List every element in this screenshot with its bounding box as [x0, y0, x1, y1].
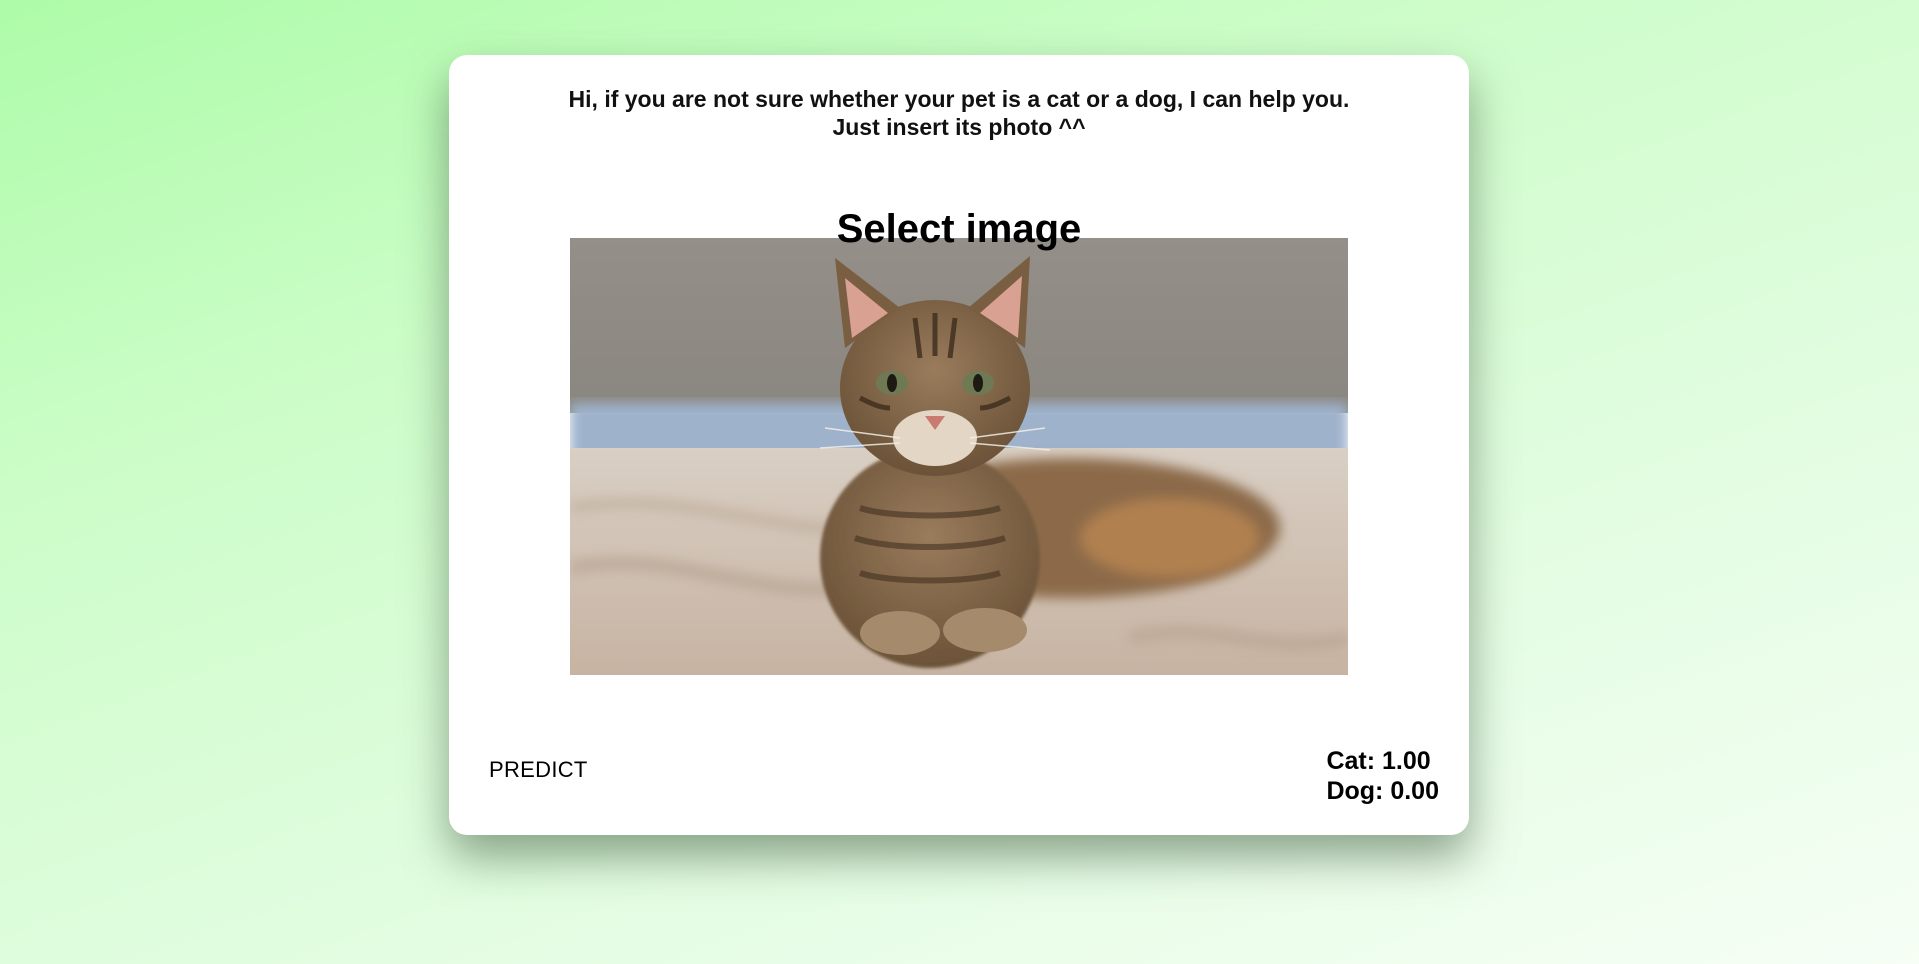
- classifier-card: Hi, if you are not sure whether your pet…: [449, 55, 1469, 835]
- cat-score: 1.00: [1382, 747, 1431, 775]
- cat-label: Cat:: [1326, 747, 1376, 775]
- dog-label: Dog:: [1326, 777, 1384, 805]
- select-image-button[interactable]: Select image: [449, 205, 1469, 253]
- intro-line-2: Just insert its photo ^^: [832, 114, 1086, 140]
- cat-photo: [570, 238, 1348, 675]
- image-preview: [570, 238, 1348, 675]
- dog-score: 0.00: [1390, 777, 1439, 805]
- cat-score-row: Cat: 1.00: [1326, 746, 1439, 776]
- prediction-results: Cat: 1.00 Dog: 0.00: [1326, 746, 1439, 806]
- intro-text: Hi, if you are not sure whether your pet…: [449, 85, 1469, 141]
- intro-line-1: Hi, if you are not sure whether your pet…: [568, 86, 1350, 112]
- predict-button[interactable]: PREDICT: [489, 757, 588, 783]
- dog-score-row: Dog: 0.00: [1326, 776, 1439, 806]
